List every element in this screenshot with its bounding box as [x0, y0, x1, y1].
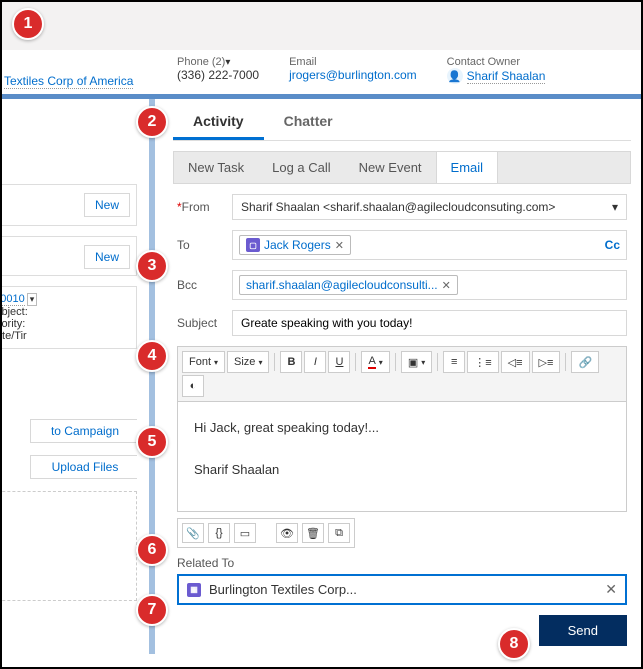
related-to-value: Burlington Textiles Corp...	[209, 582, 357, 597]
vertical-divider	[137, 99, 167, 654]
callout-7: 7	[136, 594, 168, 626]
main-tabs: Activity Chatter	[173, 105, 631, 141]
owner-label: Contact Owner	[447, 56, 546, 68]
tab-activity[interactable]: Activity	[173, 105, 264, 140]
template-icon[interactable]: ▭	[234, 523, 256, 543]
related-list-1: New	[2, 184, 137, 226]
from-dropdown[interactable]: Sharif Shaalan <sharif.shaalan@agileclou…	[232, 194, 627, 220]
font-dropdown[interactable]: Font▾	[182, 351, 225, 373]
merge-field-icon[interactable]: {}	[208, 523, 230, 543]
clear-icon[interactable]: 🗑	[302, 523, 324, 543]
underline-button[interactable]: U	[328, 351, 350, 373]
right-pane: Activity Chatter New Task Log a Call New…	[167, 99, 641, 654]
email-form: *From Sharif Shaalan <sharif.shaalan@agi…	[173, 184, 631, 615]
send-button[interactable]: Send	[539, 615, 627, 646]
top-gray-bar	[2, 2, 641, 50]
case-priority-label: Priority:	[2, 318, 130, 330]
popout-icon[interactable]: ⧉	[328, 523, 350, 543]
account-name-block: Textiles Corp of America	[2, 56, 177, 88]
bcc-pill[interactable]: sharif.shaalan@agilecloudconsulti... ✕	[239, 275, 458, 295]
body-signature: Sharif Shaalan	[194, 460, 610, 481]
phone-value[interactable]: (336) 222-7000	[177, 68, 259, 82]
font-color-button[interactable]: A▾	[361, 351, 389, 373]
record-info-bar: Textiles Corp of America Phone (2)▾ (336…	[2, 50, 641, 94]
new-button-1[interactable]: New	[84, 193, 130, 217]
case-details: 000010▾ Subject: Priority: Date/Tir	[2, 286, 137, 349]
contact-icon: ▢	[246, 238, 260, 252]
indent-button[interactable]: ▷≡	[532, 351, 561, 373]
subject-input[interactable]	[232, 310, 627, 336]
upload-files-button[interactable]: Upload Files	[30, 455, 137, 479]
bold-button[interactable]: B	[280, 351, 302, 373]
tab-email[interactable]: Email	[436, 152, 499, 183]
email-body-editor[interactable]: Hi Jack, great speaking today!... Sharif…	[177, 402, 627, 512]
callout-8: 8	[498, 628, 530, 660]
owner-block: Contact Owner 👤 Sharif Shaalan	[447, 56, 546, 84]
preview-icon[interactable]: 👁	[276, 523, 298, 543]
outdent-button[interactable]: ◁≡	[501, 351, 530, 373]
tab-new-task[interactable]: New Task	[174, 152, 258, 183]
main-area: New New 000010▾ Subject: Priority: Date/…	[2, 99, 641, 654]
clear-related-icon[interactable]: ✕	[605, 581, 617, 598]
callout-5: 5	[136, 426, 168, 458]
case-menu-icon[interactable]: ▾	[27, 293, 38, 306]
bullet-list-button[interactable]: ≡	[443, 351, 465, 373]
to-pill[interactable]: ▢ Jack Rogers ✕	[239, 235, 351, 255]
callout-6: 6	[136, 534, 168, 566]
callout-2: 2	[136, 106, 168, 138]
avatar-icon: 👤	[447, 68, 463, 84]
chevron-down-icon: ▾	[612, 200, 618, 214]
email-label: Email	[289, 56, 417, 68]
tab-log-call[interactable]: Log a Call	[258, 152, 345, 183]
phone-label: Phone (2)▾	[177, 56, 259, 68]
callout-4: 4	[136, 340, 168, 372]
body-line-1: Hi Jack, great speaking today!...	[194, 418, 610, 439]
to-campaign-button[interactable]: to Campaign	[30, 419, 137, 443]
related-to-label: Related To	[177, 556, 627, 570]
size-dropdown[interactable]: Size▾	[227, 351, 269, 373]
chevron-down-icon[interactable]: ▾	[225, 57, 230, 68]
image-button[interactable]: ▣▾	[401, 351, 432, 373]
number-list-button[interactable]: ⋮≡	[467, 351, 498, 373]
rich-text-toolbar: Font▾ Size▾ B I U A▾ ▣▾ ≡ ⋮≡ ◁≡ ▷≡ 🔗 ◐	[177, 346, 627, 402]
remove-bcc-icon[interactable]: ✕	[442, 279, 451, 292]
email-value[interactable]: jrogers@burlington.com	[289, 68, 417, 82]
tab-chatter[interactable]: Chatter	[264, 105, 353, 140]
italic-button[interactable]: I	[304, 351, 326, 373]
bcc-label: Bcc	[177, 278, 232, 292]
action-tabs: New Task Log a Call New Event Email	[173, 151, 631, 184]
phone-block: Phone (2)▾ (336) 222-7000	[177, 56, 259, 82]
account-icon: ▦	[187, 583, 201, 597]
remove-to-icon[interactable]: ✕	[335, 239, 344, 252]
to-input[interactable]: ▢ Jack Rogers ✕ Cc	[232, 230, 627, 260]
cc-link[interactable]: Cc	[605, 238, 620, 252]
case-date-label: Date/Tir	[2, 330, 130, 342]
case-subject-label: Subject:	[2, 306, 130, 318]
callout-1: 1	[12, 8, 44, 40]
email-block: Email jrogers@burlington.com	[289, 56, 417, 82]
attachment-toolbar: 📎 {} ▭ 👁 🗑 ⧉	[177, 518, 355, 548]
to-label: To	[177, 238, 232, 252]
file-drop-zone[interactable]	[2, 491, 137, 601]
link-button[interactable]: 🔗	[571, 351, 599, 373]
related-list-2: New	[2, 236, 137, 276]
left-rail: New New 000010▾ Subject: Priority: Date/…	[2, 99, 137, 654]
bcc-input[interactable]: sharif.shaalan@agilecloudconsulti... ✕	[232, 270, 627, 300]
from-label: *From	[177, 200, 232, 214]
tab-new-event[interactable]: New Event	[345, 152, 436, 183]
new-button-2[interactable]: New	[84, 245, 130, 269]
attach-file-icon[interactable]: 📎	[182, 523, 204, 543]
account-name-link[interactable]: Textiles Corp of America	[4, 74, 133, 89]
subject-label: Subject	[177, 316, 232, 330]
owner-value[interactable]: Sharif Shaalan	[467, 69, 546, 84]
callout-3: 3	[136, 250, 168, 282]
source-button[interactable]: ◐	[182, 375, 204, 397]
related-to-input[interactable]: ▦ Burlington Textiles Corp... ✕	[177, 574, 627, 605]
case-number-link[interactable]: 000010	[2, 293, 25, 306]
